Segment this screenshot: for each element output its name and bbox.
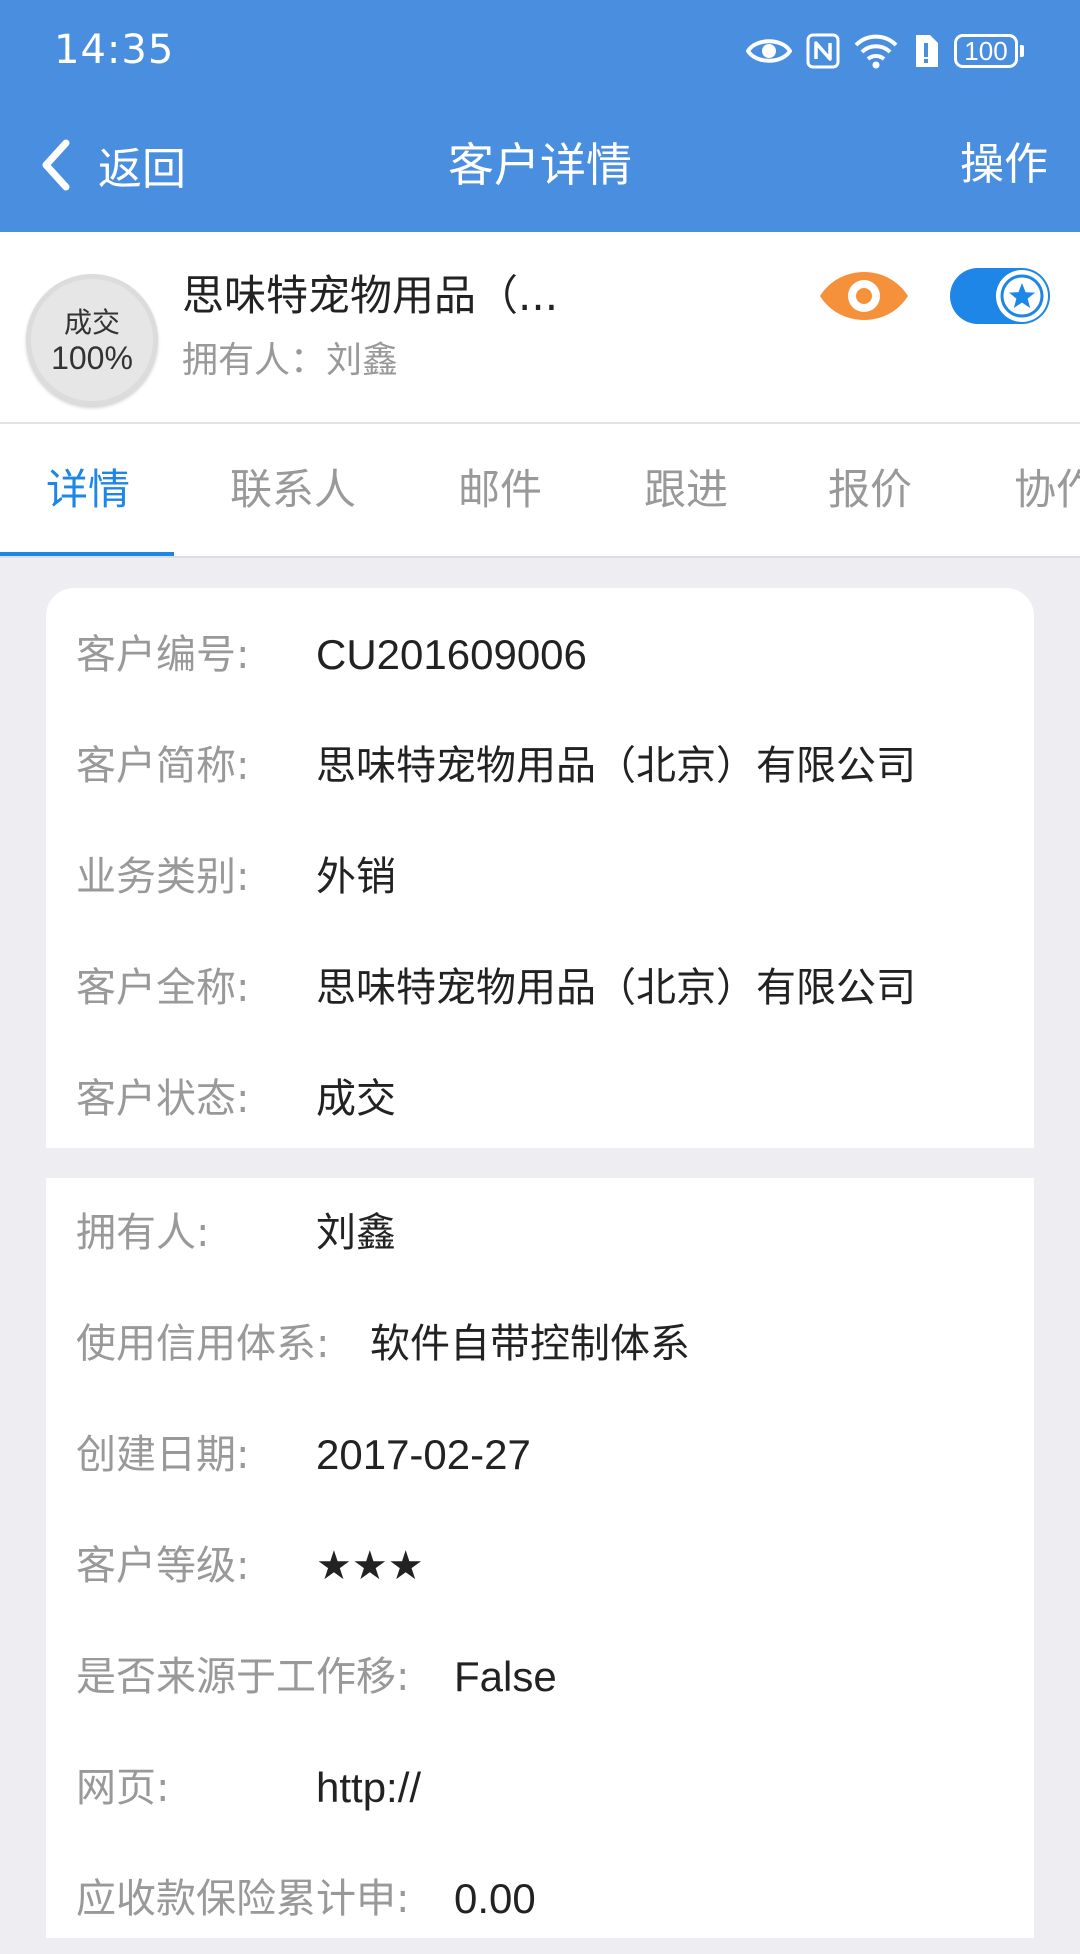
field-row: 网页: http:// [46, 1733, 1034, 1843]
nfc-icon [806, 33, 840, 69]
chevron-left-icon [42, 139, 70, 191]
field-value-business-type: 外销 [316, 854, 396, 900]
field-row: 客户简称: 思味特宠物用品（北京）有限公司 [46, 711, 1034, 821]
field-value-customer-level: ★★★ [316, 1543, 424, 1589]
extra-info-card: 拥有人: 刘鑫 使用信用体系: 软件自带控制体系 创建日期: 2017-02-2… [46, 1178, 1034, 1938]
field-row: 是否来源于工作移: False [46, 1622, 1034, 1732]
tab-details[interactable]: 详情 [46, 424, 130, 556]
tab-emails[interactable]: 邮件 [458, 424, 542, 556]
eye-comfort-icon [746, 39, 792, 63]
back-label: 返回 [98, 144, 186, 195]
watch-button[interactable] [818, 264, 910, 328]
field-label-website: 网页: [76, 1765, 170, 1811]
field-value-created-date: 2017-02-27 [316, 1431, 531, 1478]
sim-alert-icon [916, 35, 938, 67]
battery-level: 100 [954, 34, 1018, 68]
field-row: 拥有人: 刘鑫 [46, 1178, 1034, 1288]
field-row: 客户编号: CU201609006 [46, 600, 1034, 710]
field-label-owner: 拥有人: [76, 1210, 210, 1256]
field-row: 业务类别: 外销 [46, 822, 1034, 932]
field-label-status: 客户状态: [76, 1076, 250, 1122]
field-row: 客户全称: 思味特宠物用品（北京）有限公司 [46, 933, 1034, 1043]
actions-button[interactable]: 操作 [960, 130, 1048, 200]
field-value-customer-id: CU201609006 [316, 631, 587, 678]
field-row: 客户等级: ★★★ [46, 1511, 1034, 1621]
field-value-receivable-insurance: 0.00 [454, 1875, 536, 1922]
field-label-work-transfer: 是否来源于工作移: [76, 1654, 410, 1700]
status-time: 14:35 [54, 27, 175, 73]
deal-stage-label: 成交 [63, 306, 120, 339]
field-label-business-type: 业务类别: [76, 854, 250, 900]
customer-name: 思味特宠物用品（... [182, 271, 559, 320]
active-tab-indicator [0, 552, 174, 556]
deal-stage-progress: 100% [51, 340, 133, 376]
tab-quotes[interactable]: 报价 [828, 424, 912, 556]
app-header: 14:35 100 返回 客户详情 操作 [0, 0, 1080, 232]
tab-collaboration[interactable]: 协作 [1014, 424, 1080, 556]
star-icon [1000, 274, 1044, 318]
field-label-customer-id: 客户编号: [76, 632, 250, 678]
field-label-credit-system: 使用信用体系: [76, 1321, 330, 1367]
basic-info-card: 客户编号: CU201609006 客户简称: 思味特宠物用品（北京）有限公司 … [46, 588, 1034, 1148]
customer-summary: 成交 100% [0, 232, 1080, 424]
field-value-full-name: 思味特宠物用品（北京）有限公司 [316, 965, 916, 1011]
field-label-short-name: 客户简称: [76, 743, 250, 789]
wifi-icon [854, 34, 898, 69]
field-label-receivable-insurance: 应收款保险累计申: [76, 1876, 410, 1922]
field-label-customer-level: 客户等级: [76, 1543, 250, 1589]
deal-stage-indicator: 成交 100% [26, 274, 158, 406]
detail-tabs: 详情 联系人 邮件 跟进 报价 协作 [0, 424, 1080, 558]
field-value-status: 成交 [316, 1076, 396, 1122]
field-value-work-transfer: False [454, 1653, 557, 1700]
field-value-short-name: 思味特宠物用品（北京）有限公司 [316, 743, 916, 789]
status-icons: 100 [746, 28, 1024, 74]
field-label-created-date: 创建日期: [76, 1432, 250, 1478]
field-label-full-name: 客户全称: [76, 965, 250, 1011]
customer-owner: 拥有人：刘鑫 [182, 340, 399, 381]
favorite-toggle[interactable] [950, 268, 1050, 324]
back-button[interactable]: 返回 [40, 130, 186, 200]
favorite-toggle-knob [996, 270, 1048, 322]
eye-icon [820, 272, 908, 320]
field-value-website: http:// [316, 1764, 422, 1811]
field-value-owner: 刘鑫 [316, 1210, 396, 1256]
battery-icon: 100 [954, 34, 1024, 68]
field-value-credit-system: 软件自带控制体系 [370, 1321, 690, 1367]
field-row: 应收款保险累计申: 0.00 [46, 1844, 1034, 1954]
page-title: 客户详情 [448, 138, 632, 192]
field-row: 使用信用体系: 软件自带控制体系 [46, 1289, 1034, 1399]
tab-contacts[interactable]: 联系人 [230, 424, 356, 556]
field-row: 创建日期: 2017-02-27 [46, 1400, 1034, 1510]
field-row: 客户状态: 成交 [46, 1044, 1034, 1154]
tab-follow-up[interactable]: 跟进 [644, 424, 728, 556]
